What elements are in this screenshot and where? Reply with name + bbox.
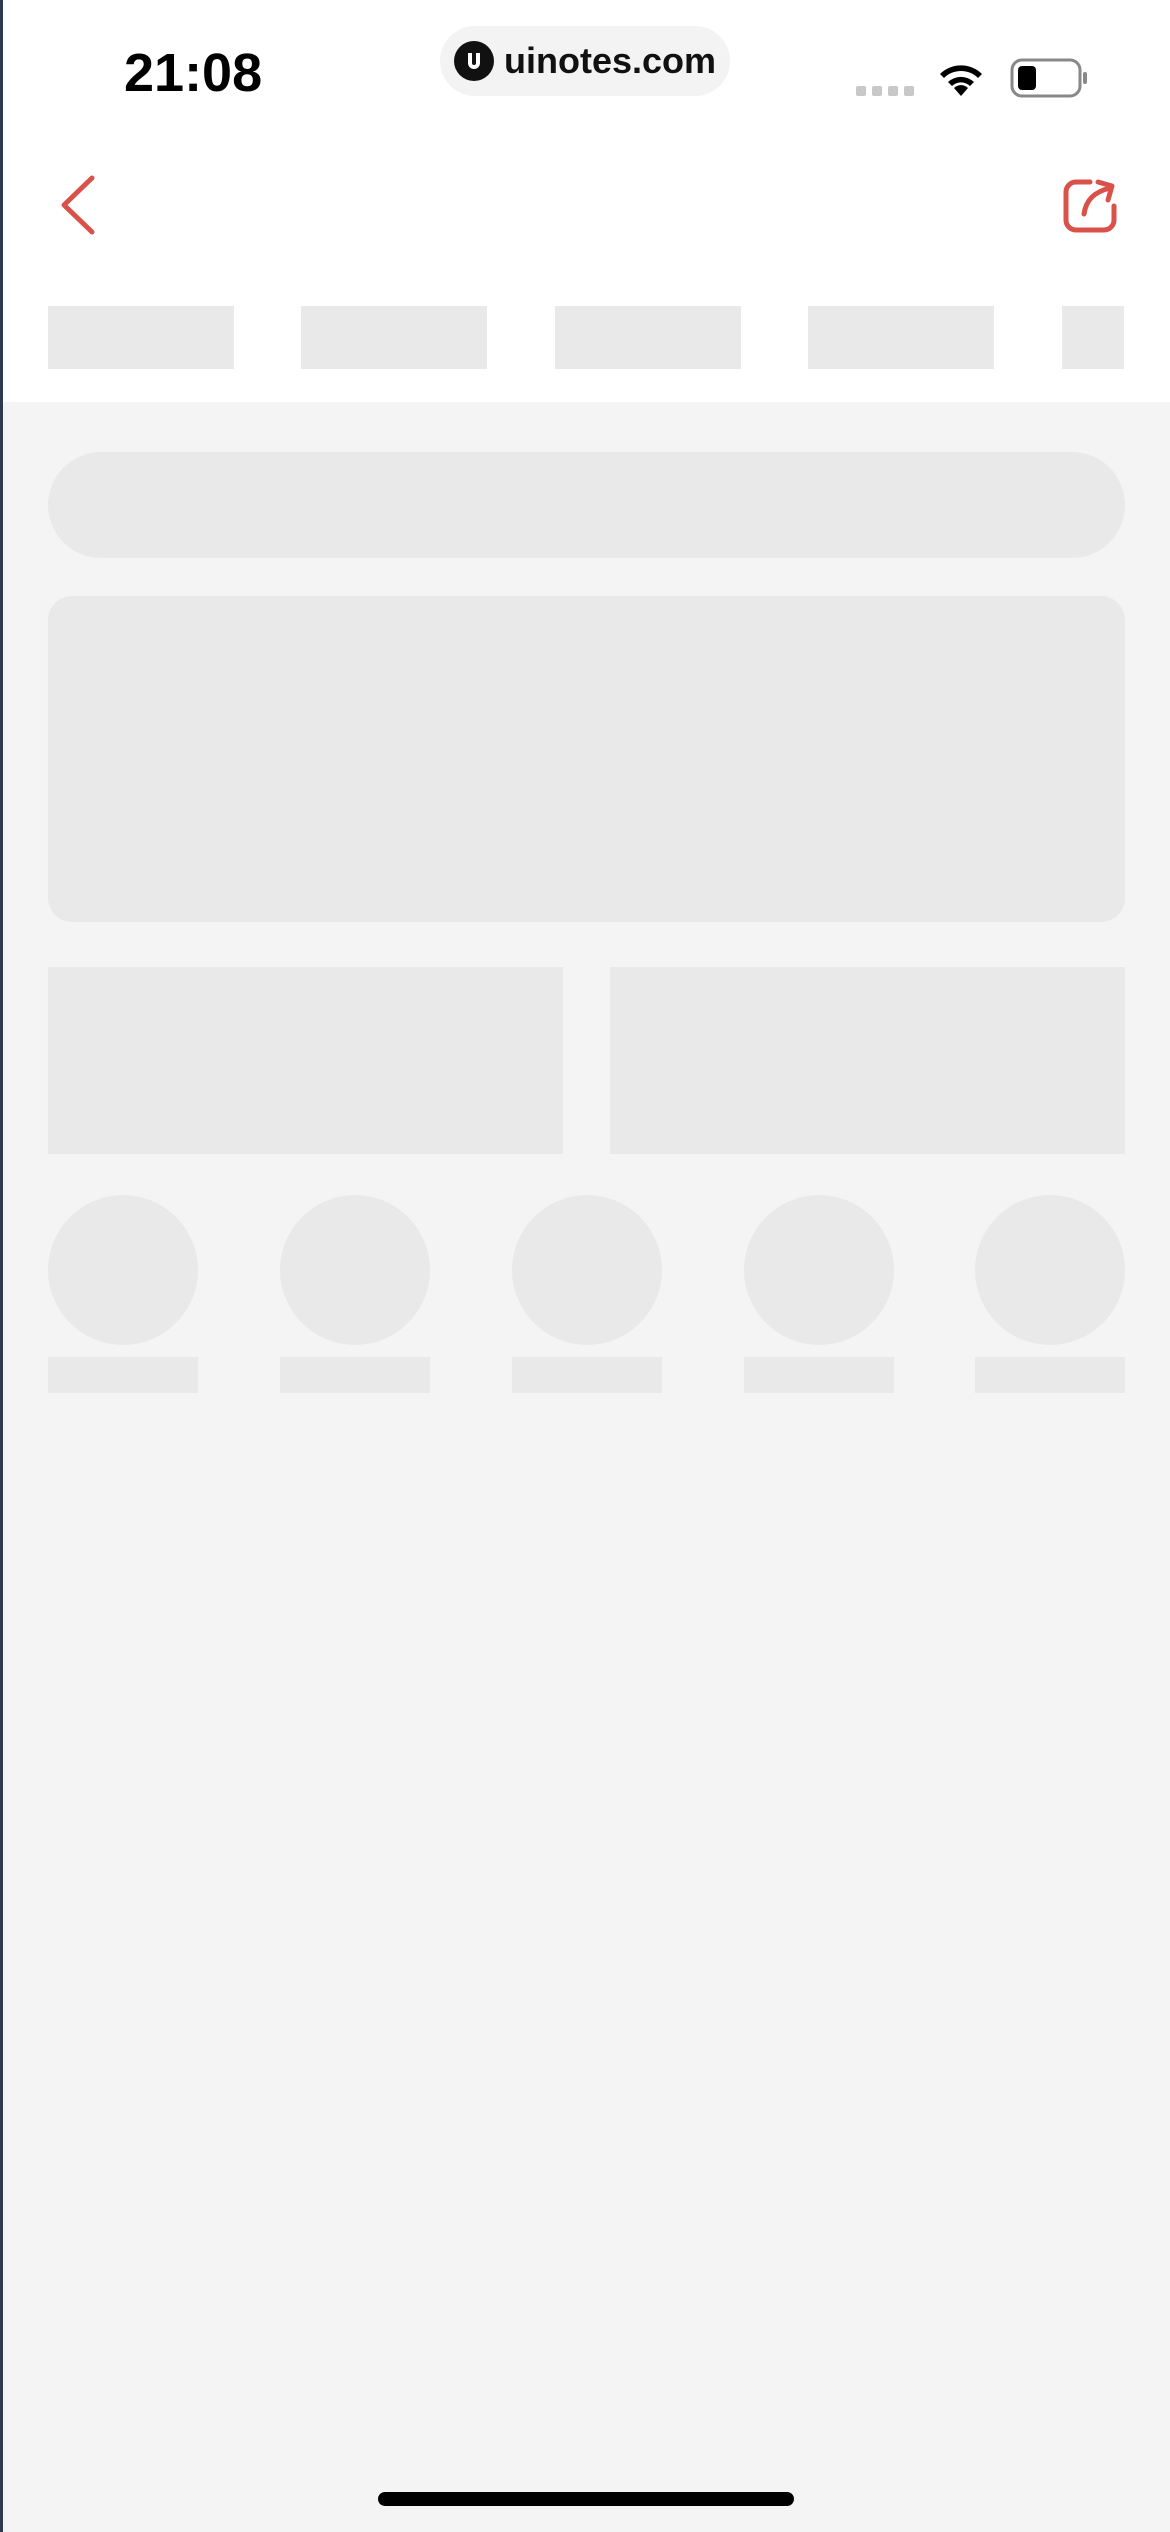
tab-placeholder — [555, 306, 741, 369]
tab-placeholder — [1062, 306, 1124, 369]
site-logo-icon — [453, 41, 494, 81]
shortcut-icon-placeholder — [48, 1195, 198, 1345]
chevron-left-icon — [61, 175, 95, 235]
tab-placeholder — [48, 306, 234, 369]
shortcut-label-placeholder — [280, 1357, 430, 1393]
tab-placeholder — [808, 306, 994, 369]
wifi-icon — [940, 65, 982, 96]
shortcut-icon-placeholder — [975, 1195, 1125, 1345]
share-button[interactable] — [1060, 176, 1120, 236]
shortcut-label-placeholder — [48, 1357, 198, 1393]
signal-icon — [856, 86, 914, 96]
shortcut-label-placeholder — [975, 1357, 1125, 1393]
shortcut-icon-placeholder — [744, 1195, 894, 1345]
card-placeholder — [610, 967, 1125, 1154]
battery-icon — [1010, 58, 1087, 98]
screen: 21:08 uinotes.com — [0, 0, 1170, 2532]
tab-placeholder — [301, 306, 487, 369]
search-placeholder — [48, 452, 1125, 558]
home-indicator[interactable] — [378, 2492, 794, 2506]
shortcut-label-placeholder — [744, 1357, 894, 1393]
shortcut-label-placeholder — [512, 1357, 662, 1393]
status-time: 21:08 — [124, 43, 263, 103]
banner-placeholder — [48, 596, 1125, 922]
shortcut-icon-placeholder — [280, 1195, 430, 1345]
url-text: uinotes.com — [503, 40, 717, 81]
back-button[interactable] — [52, 170, 112, 240]
shortcut-icon-placeholder — [512, 1195, 662, 1345]
url-pill[interactable]: uinotes.com — [440, 26, 730, 96]
card-placeholder — [48, 967, 563, 1154]
share-icon — [1063, 179, 1117, 233]
